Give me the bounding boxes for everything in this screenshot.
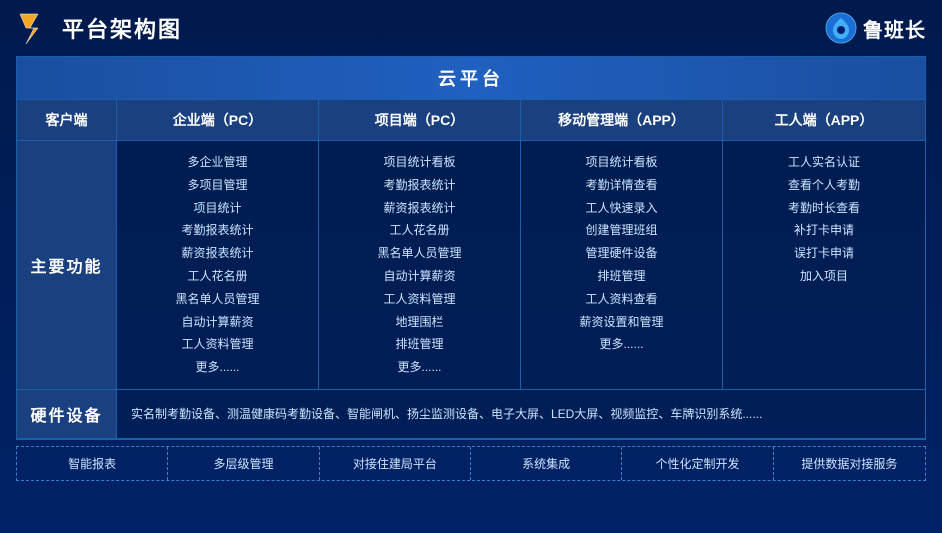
brand: 鲁班长 — [825, 12, 926, 44]
list-item: 项目统计 — [129, 197, 306, 220]
enterprise-cell: 多企业管理多项目管理项目统计考勤报表统计薪资报表统计工人花名册黑名单人员管理自动… — [117, 141, 319, 389]
page-title: 平台架构图 — [62, 12, 182, 44]
list-item: 工人资料查看 — [533, 288, 710, 311]
feature-item: 提供数据对接服务 — [774, 447, 925, 480]
list-item: 自动计算薪资 — [331, 265, 508, 288]
list-item: 更多...... — [331, 356, 508, 379]
list-item: 误打卡申请 — [735, 242, 913, 265]
hardware-row: 硬件设备 实名制考勤设备、测温健康码考勤设备、智能闸机、扬尘监测设备、电子大屏、… — [17, 390, 925, 439]
list-item: 考勤时长查看 — [735, 197, 913, 220]
list-item: 考勤报表统计 — [331, 174, 508, 197]
feature-item: 智能报表 — [17, 447, 168, 480]
list-item: 工人花名册 — [331, 219, 508, 242]
list-item: 薪资设置和管理 — [533, 311, 710, 334]
list-item: 考勤报表统计 — [129, 219, 306, 242]
hardware-label: 硬件设备 — [17, 390, 117, 438]
list-item: 多项目管理 — [129, 174, 306, 197]
list-item: 创建管理班组 — [533, 219, 710, 242]
brand-logo-icon — [825, 12, 857, 44]
list-item: 薪资报表统计 — [129, 242, 306, 265]
worker-cell: 工人实名认证查看个人考勤考勤时长查看补打卡申请误打卡申请加入项目 — [723, 141, 925, 389]
col-header-worker: 工人端（APP） — [723, 100, 925, 140]
list-item: 工人资料管理 — [331, 288, 508, 311]
header: 平台架构图 鲁班长 — [16, 10, 926, 46]
list-item: 排班管理 — [533, 265, 710, 288]
page-wrapper: 平台架构图 鲁班长 云平台 客户端 企业端（PC） 项目端（PC） 移动管理端（… — [0, 0, 942, 533]
cloud-platform-row: 云平台 — [17, 57, 925, 100]
column-headers: 客户端 企业端（PC） 项目端（PC） 移动管理端（APP） 工人端（APP） — [17, 100, 925, 141]
list-item: 查看个人考勤 — [735, 174, 913, 197]
list-item: 工人快速录入 — [533, 197, 710, 220]
content-row: 主要功能 多企业管理多项目管理项目统计考勤报表统计薪资报表统计工人花名册黑名单人… — [17, 141, 925, 390]
list-item: 黑名单人员管理 — [331, 242, 508, 265]
feature-item: 对接住建局平台 — [320, 447, 471, 480]
feature-item: 系统集成 — [471, 447, 622, 480]
list-item: 考勤详情查看 — [533, 174, 710, 197]
features-row: 智能报表多层级管理对接住建局平台系统集成个性化定制开发提供数据对接服务 — [16, 446, 926, 481]
mobile-cell: 项目统计看板考勤详情查看工人快速录入创建管理班组管理硬件设备排班管理工人资料查看… — [521, 141, 723, 389]
main-function-label: 主要功能 — [17, 141, 117, 389]
hardware-content: 实名制考勤设备、测温健康码考勤设备、智能闸机、扬尘监测设备、电子大屏、LED大屏… — [117, 390, 925, 438]
header-left: 平台架构图 — [16, 10, 182, 46]
brand-name: 鲁班长 — [863, 14, 926, 43]
list-item: 项目统计看板 — [331, 151, 508, 174]
list-item: 更多...... — [533, 333, 710, 356]
list-item: 多企业管理 — [129, 151, 306, 174]
list-item: 黑名单人员管理 — [129, 288, 306, 311]
list-item: 地理围栏 — [331, 311, 508, 334]
project-cell: 项目统计看板考勤报表统计薪资报表统计工人花名册黑名单人员管理自动计算薪资工人资料… — [319, 141, 521, 389]
feature-item: 个性化定制开发 — [622, 447, 773, 480]
list-item: 工人花名册 — [129, 265, 306, 288]
main-container: 云平台 客户端 企业端（PC） 项目端（PC） 移动管理端（APP） 工人端（A… — [16, 56, 926, 440]
list-item: 自动计算薪资 — [129, 311, 306, 334]
col-header-mobile: 移动管理端（APP） — [521, 100, 723, 140]
list-item: 薪资报表统计 — [331, 197, 508, 220]
feature-item: 多层级管理 — [168, 447, 319, 480]
list-item: 排班管理 — [331, 333, 508, 356]
list-item: 工人实名认证 — [735, 151, 913, 174]
cloud-platform-label: 云平台 — [438, 69, 504, 89]
col-header-client: 客户端 — [17, 100, 117, 140]
list-item: 加入项目 — [735, 265, 913, 288]
list-item: 管理硬件设备 — [533, 242, 710, 265]
list-item: 更多...... — [129, 356, 306, 379]
list-item: 项目统计看板 — [533, 151, 710, 174]
col-header-project: 项目端（PC） — [319, 100, 521, 140]
list-item: 工人资料管理 — [129, 333, 306, 356]
col-header-enterprise: 企业端（PC） — [117, 100, 319, 140]
logo-icon — [16, 10, 52, 46]
list-item: 补打卡申请 — [735, 219, 913, 242]
